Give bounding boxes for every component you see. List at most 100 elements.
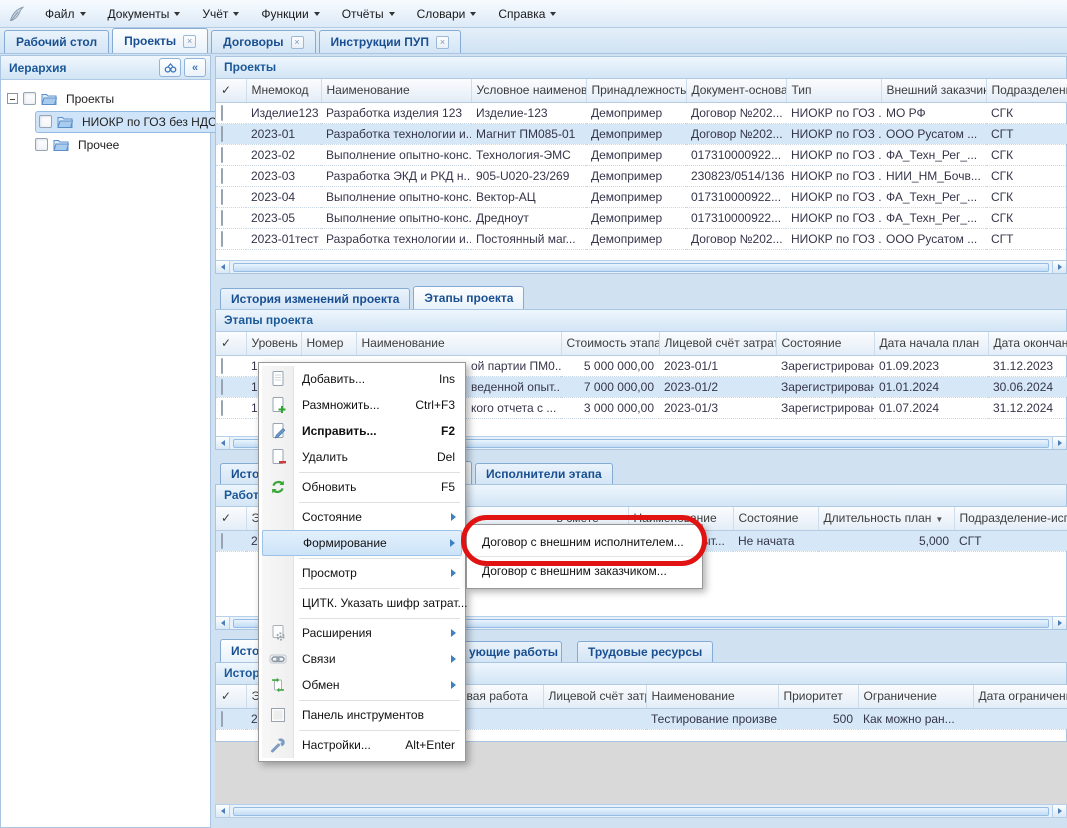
row-checkbox[interactable] xyxy=(221,105,223,121)
tab-projects[interactable]: Проекты× xyxy=(112,28,208,53)
close-icon[interactable]: × xyxy=(436,36,449,49)
menu-item-refresh[interactable]: ОбновитьF5 xyxy=(262,474,462,500)
column-header[interactable]: Условное наименова xyxy=(471,79,586,102)
menu-item-contract-external-executor[interactable]: Договор с внешним исполнителем... xyxy=(470,528,699,556)
scroll-right-icon[interactable] xyxy=(1052,617,1066,629)
menu-item-state[interactable]: Состояние xyxy=(262,504,462,530)
scroll-left-icon[interactable] xyxy=(216,617,230,629)
column-header[interactable]: вая работа xyxy=(461,685,543,708)
column-header[interactable]: Тип xyxy=(786,79,881,102)
menu-item-edit[interactable]: Исправить...F2 xyxy=(262,418,462,444)
table-row[interactable]: 2023-02Выполнение опытно-конс...Технолог… xyxy=(216,144,1067,165)
horizontal-scrollbar[interactable] xyxy=(216,260,1066,273)
menu-item-citk-cost-code[interactable]: ЦИТК. Указать шифр затрат... xyxy=(262,590,462,616)
row-checkbox[interactable] xyxy=(221,533,223,549)
scroll-right-icon[interactable] xyxy=(1052,805,1066,817)
row-checkbox[interactable] xyxy=(221,126,223,142)
column-header[interactable]: Дата окончани xyxy=(988,332,1067,355)
row-checkbox[interactable] xyxy=(221,147,223,163)
menu-item-view[interactable]: Просмотр xyxy=(262,560,462,586)
row-checkbox[interactable] xyxy=(221,168,223,184)
select-all-header[interactable]: ✓ xyxy=(216,79,246,102)
menu-dictionaries[interactable]: Словари xyxy=(406,0,488,28)
row-checkbox[interactable] xyxy=(221,210,223,226)
scroll-left-icon[interactable] xyxy=(216,805,230,817)
menu-item-add[interactable]: Добавить...Ins xyxy=(262,366,462,392)
menu-file[interactable]: Файл xyxy=(34,0,97,28)
scrollbar-thumb[interactable] xyxy=(233,263,1049,272)
column-header[interactable]: Наименование xyxy=(646,685,778,708)
scroll-right-icon[interactable] xyxy=(1052,261,1066,273)
menu-item-formation[interactable]: Формирование xyxy=(262,530,462,556)
column-header[interactable]: Лицевой счёт затрат. xyxy=(659,332,776,355)
scroll-left-icon[interactable] xyxy=(216,261,230,273)
tree-node-projects[interactable]: Проекты xyxy=(1,87,210,110)
scrollbar-thumb[interactable] xyxy=(233,807,1049,816)
column-header[interactable]: Подразделение xyxy=(986,79,1067,102)
tree-node-other[interactable]: Прочее xyxy=(1,133,210,156)
column-header[interactable]: Принадлежность xyxy=(586,79,686,102)
menu-item-toolbar-toggle[interactable]: Панель инструментов xyxy=(262,702,462,728)
collapse-node-icon[interactable] xyxy=(7,93,18,104)
row-checkbox[interactable] xyxy=(221,358,223,374)
tree-checkbox[interactable] xyxy=(23,92,36,105)
row-checkbox[interactable] xyxy=(221,400,223,416)
column-header[interactable]: Наименование xyxy=(321,79,471,102)
select-all-header[interactable]: ✓ xyxy=(216,685,246,708)
menu-help[interactable]: Справка xyxy=(487,0,567,28)
column-header[interactable]: Ограничение xyxy=(858,685,973,708)
table-row[interactable]: 2023-05Выполнение опытно-конс...Дредноут… xyxy=(216,207,1067,228)
table-row[interactable]: 2023-03Разработка ЭКД и РКД н...905-U020… xyxy=(216,165,1067,186)
column-header[interactable]: Номер xyxy=(301,332,356,355)
column-header-sorted[interactable]: Длительность план▼ xyxy=(818,507,954,530)
row-checkbox[interactable] xyxy=(221,711,223,727)
column-header[interactable]: Состояние xyxy=(776,332,874,355)
menu-item-contract-external-customer[interactable]: Договор с внешним заказчиком... xyxy=(470,557,699,585)
column-header[interactable]: Уровень xyxy=(246,332,301,355)
column-header[interactable]: Наименование xyxy=(356,332,561,355)
tree-checkbox[interactable] xyxy=(35,138,48,151)
column-header[interactable]: Дата начала план xyxy=(874,332,988,355)
tab-project-stages[interactable]: Этапы проекта xyxy=(413,286,524,309)
tab-stage-executors[interactable]: Исполнители этапа xyxy=(475,463,613,484)
tab-project-history[interactable]: История изменений проекта xyxy=(220,288,410,309)
close-icon[interactable]: × xyxy=(183,35,196,48)
menu-documents[interactable]: Документы xyxy=(97,0,192,28)
tree-checkbox[interactable] xyxy=(39,115,52,128)
menu-accounting[interactable]: Учёт xyxy=(191,0,250,28)
column-header[interactable]: Подразделение-испо xyxy=(954,507,1067,530)
menu-item-settings[interactable]: Настройки...Alt+Enter xyxy=(262,732,462,758)
table-row-selected[interactable]: 2023-01Разработка технологии и...Магнит … xyxy=(216,123,1067,144)
row-checkbox[interactable] xyxy=(221,379,223,395)
scroll-left-icon[interactable] xyxy=(216,437,230,449)
column-header[interactable]: Состояние xyxy=(733,507,818,530)
table-row[interactable]: Изделие123Разработка изделия 123Изделие-… xyxy=(216,102,1067,123)
column-header[interactable]: Дата ограничени xyxy=(973,685,1067,708)
scroll-right-icon[interactable] xyxy=(1052,437,1066,449)
column-header[interactable]: Документ-основан xyxy=(686,79,786,102)
tab-instructions-pup[interactable]: Инструкции ПУП× xyxy=(319,30,461,53)
row-checkbox[interactable] xyxy=(221,231,223,247)
search-binoculars-button[interactable] xyxy=(159,58,181,77)
select-all-header[interactable]: ✓ xyxy=(216,507,246,530)
tab-desktop[interactable]: Рабочий стол xyxy=(4,30,109,53)
column-header[interactable]: Стоимость этапа xyxy=(561,332,659,355)
row-checkbox[interactable] xyxy=(221,189,223,205)
menu-item-delete[interactable]: УдалитьDel xyxy=(262,444,462,470)
tab-labor-resources[interactable]: Трудовые ресурсы xyxy=(577,641,713,662)
column-header[interactable]: Мнемокод xyxy=(246,79,321,102)
menu-item-extensions[interactable]: Расширения xyxy=(262,620,462,646)
column-header[interactable]: Приоритет xyxy=(778,685,858,708)
menu-item-duplicate[interactable]: Размножить...Ctrl+F3 xyxy=(262,392,462,418)
collapse-panel-button[interactable]: « xyxy=(184,58,206,77)
tree-node-niokr[interactable]: НИОКР по ГОЗ без НДС xyxy=(1,110,210,133)
menu-item-links[interactable]: Связи xyxy=(262,646,462,672)
column-header[interactable]: Лицевой счёт затр xyxy=(543,685,646,708)
close-icon[interactable]: × xyxy=(291,36,304,49)
menu-reports[interactable]: Отчёты xyxy=(331,0,406,28)
menu-item-exchange[interactable]: Обмен xyxy=(262,672,462,698)
table-row[interactable]: 2023-01тестРазработка технологии и...Пос… xyxy=(216,228,1067,249)
menu-functions[interactable]: Функции xyxy=(250,0,330,28)
table-row[interactable]: 2023-04Выполнение опытно-конс...Вектор-А… xyxy=(216,186,1067,207)
tab-contracts[interactable]: Договоры× xyxy=(211,30,315,53)
